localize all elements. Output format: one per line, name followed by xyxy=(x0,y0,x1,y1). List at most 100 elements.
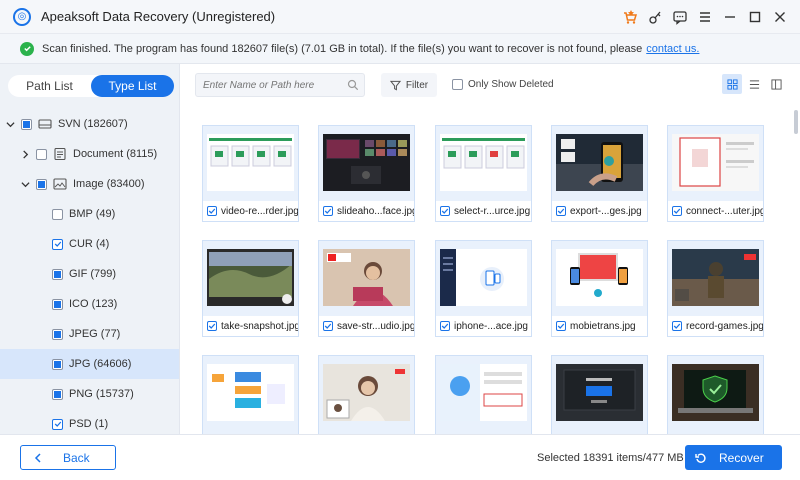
file-card[interactable]: iphone-...ace.jpg xyxy=(435,240,532,337)
close-icon[interactable] xyxy=(768,5,792,29)
tree-node-type[interactable]: JPG (64606) xyxy=(0,349,179,379)
check-circle-icon xyxy=(20,41,34,56)
grid-view-button[interactable] xyxy=(722,74,742,94)
type-checkbox[interactable] xyxy=(52,418,63,430)
tree-node-image[interactable]: Image (83400) xyxy=(0,169,179,199)
file-card[interactable]: take-snapshot.jpg xyxy=(202,240,299,337)
grid-scrollbar[interactable] xyxy=(794,110,798,134)
maximize-icon[interactable] xyxy=(743,5,767,29)
file-card[interactable] xyxy=(667,355,764,434)
file-card[interactable] xyxy=(551,355,648,434)
tree-node-type[interactable]: PNG (15737) xyxy=(0,379,179,409)
file-card[interactable]: connect-...uter.jpg xyxy=(667,125,764,222)
minimize-icon[interactable] xyxy=(718,5,742,29)
type-checkbox[interactable] xyxy=(52,388,63,400)
file-thumbnail xyxy=(440,364,527,421)
chevron-right-icon[interactable] xyxy=(20,149,30,159)
window-title: Apeaksoft Data Recovery (Unregistered) xyxy=(41,9,276,24)
file-grid: video-re...rder.jpg slideaho...face.jpg se… xyxy=(181,106,791,434)
selected-summary: Selected 18391 items/477 MB xyxy=(537,452,684,464)
type-checkbox[interactable] xyxy=(52,328,63,340)
file-checkbox[interactable] xyxy=(207,206,217,216)
file-card[interactable]: slideaho...face.jpg xyxy=(318,125,415,222)
file-card[interactable] xyxy=(202,355,299,434)
file-card-footer: take-snapshot.jpg xyxy=(203,316,298,336)
image-icon xyxy=(53,178,67,190)
file-card[interactable]: record-games.jpg xyxy=(667,240,764,337)
file-checkbox[interactable] xyxy=(672,206,682,216)
contact-us-link[interactable]: contact us. xyxy=(646,43,699,55)
tree-node-root[interactable]: SVN (182607) xyxy=(0,109,179,139)
tree-node-label: BMP (49) xyxy=(69,208,116,220)
file-card-footer: export-...ges.jpg xyxy=(552,201,647,221)
file-checkbox[interactable] xyxy=(440,206,450,216)
file-card[interactable]: export-...ges.jpg xyxy=(551,125,648,222)
file-thumbnail xyxy=(440,134,527,191)
file-name: select-r...urce.jpg xyxy=(454,205,531,217)
file-thumbnail xyxy=(323,134,410,191)
file-checkbox[interactable] xyxy=(323,206,333,216)
file-card[interactable]: video-re...rder.jpg xyxy=(202,125,299,222)
file-checkbox[interactable] xyxy=(323,321,333,331)
title-bar: ◎ Apeaksoft Data Recovery (Unregistered) xyxy=(0,0,800,34)
tree-node-type[interactable]: BMP (49) xyxy=(0,199,179,229)
cart-icon[interactable] xyxy=(618,5,642,29)
file-thumbnail xyxy=(556,134,643,191)
file-card-footer: record-games.jpg xyxy=(668,316,763,336)
recover-button[interactable]: Recover xyxy=(685,445,782,470)
file-checkbox[interactable] xyxy=(556,321,566,331)
tree-node-type[interactable]: PSD (1) xyxy=(0,409,179,434)
tab-type-list[interactable]: Type List xyxy=(91,75,174,97)
file-name: iphone-...ace.jpg xyxy=(454,320,528,332)
file-card-footer: mobietrans.jpg xyxy=(552,316,647,336)
tree-node-label: ICO (123) xyxy=(69,298,118,310)
type-checkbox[interactable] xyxy=(52,238,63,250)
file-name: take-snapshot.jpg xyxy=(221,320,298,332)
only-show-deleted[interactable]: Only Show Deleted xyxy=(452,79,554,90)
type-checkbox[interactable] xyxy=(52,358,63,370)
file-checkbox[interactable] xyxy=(440,321,450,331)
file-checkbox[interactable] xyxy=(207,321,217,331)
image-checkbox[interactable] xyxy=(36,178,47,190)
type-checkbox[interactable] xyxy=(52,268,63,280)
detail-view-button[interactable] xyxy=(766,74,786,94)
list-view-button[interactable] xyxy=(744,74,764,94)
file-checkbox[interactable] xyxy=(672,321,682,331)
filter-button[interactable]: Filter xyxy=(381,73,437,97)
toolbar: Filter Only Show Deleted xyxy=(181,64,800,106)
file-thumbnail xyxy=(323,249,410,306)
feedback-icon[interactable] xyxy=(668,5,692,29)
type-checkbox[interactable] xyxy=(52,208,63,220)
file-card[interactable]: select-r...urce.jpg xyxy=(435,125,532,222)
search-input[interactable] xyxy=(196,74,336,96)
file-thumbnail xyxy=(672,134,759,191)
tree-node-document[interactable]: Document (8115) xyxy=(0,139,179,169)
tree-node-type[interactable]: GIF (799) xyxy=(0,259,179,289)
file-name: mobietrans.jpg xyxy=(570,320,636,332)
back-button[interactable]: Back xyxy=(20,445,116,470)
file-name: export-...ges.jpg xyxy=(570,205,642,217)
tree-node-type[interactable]: JPEG (77) xyxy=(0,319,179,349)
file-card[interactable] xyxy=(435,355,532,434)
file-card-footer: connect-...uter.jpg xyxy=(668,201,763,221)
chevron-down-icon[interactable] xyxy=(20,179,30,189)
tree-node-type[interactable]: ICO (123) xyxy=(0,289,179,319)
file-card[interactable]: save-str...udio.jpg xyxy=(318,240,415,337)
tree-node-label: JPG (64606) xyxy=(69,358,132,370)
root-checkbox[interactable] xyxy=(21,118,32,130)
file-card[interactable]: mobietrans.jpg xyxy=(551,240,648,337)
type-checkbox[interactable] xyxy=(52,298,63,310)
tree-node-type[interactable]: CUR (4) xyxy=(0,229,179,259)
tree-node-label: PSD (1) xyxy=(69,418,109,430)
file-checkbox[interactable] xyxy=(556,206,566,216)
key-icon[interactable] xyxy=(643,5,667,29)
title-actions xyxy=(617,0,792,34)
file-card[interactable] xyxy=(318,355,415,434)
menu-icon[interactable] xyxy=(693,5,717,29)
only-deleted-checkbox[interactable] xyxy=(452,79,463,90)
drive-icon xyxy=(38,119,52,129)
tab-path-list[interactable]: Path List xyxy=(8,75,91,97)
document-checkbox[interactable] xyxy=(36,148,47,160)
search-icon[interactable] xyxy=(347,79,359,91)
chevron-down-icon[interactable] xyxy=(5,119,15,129)
